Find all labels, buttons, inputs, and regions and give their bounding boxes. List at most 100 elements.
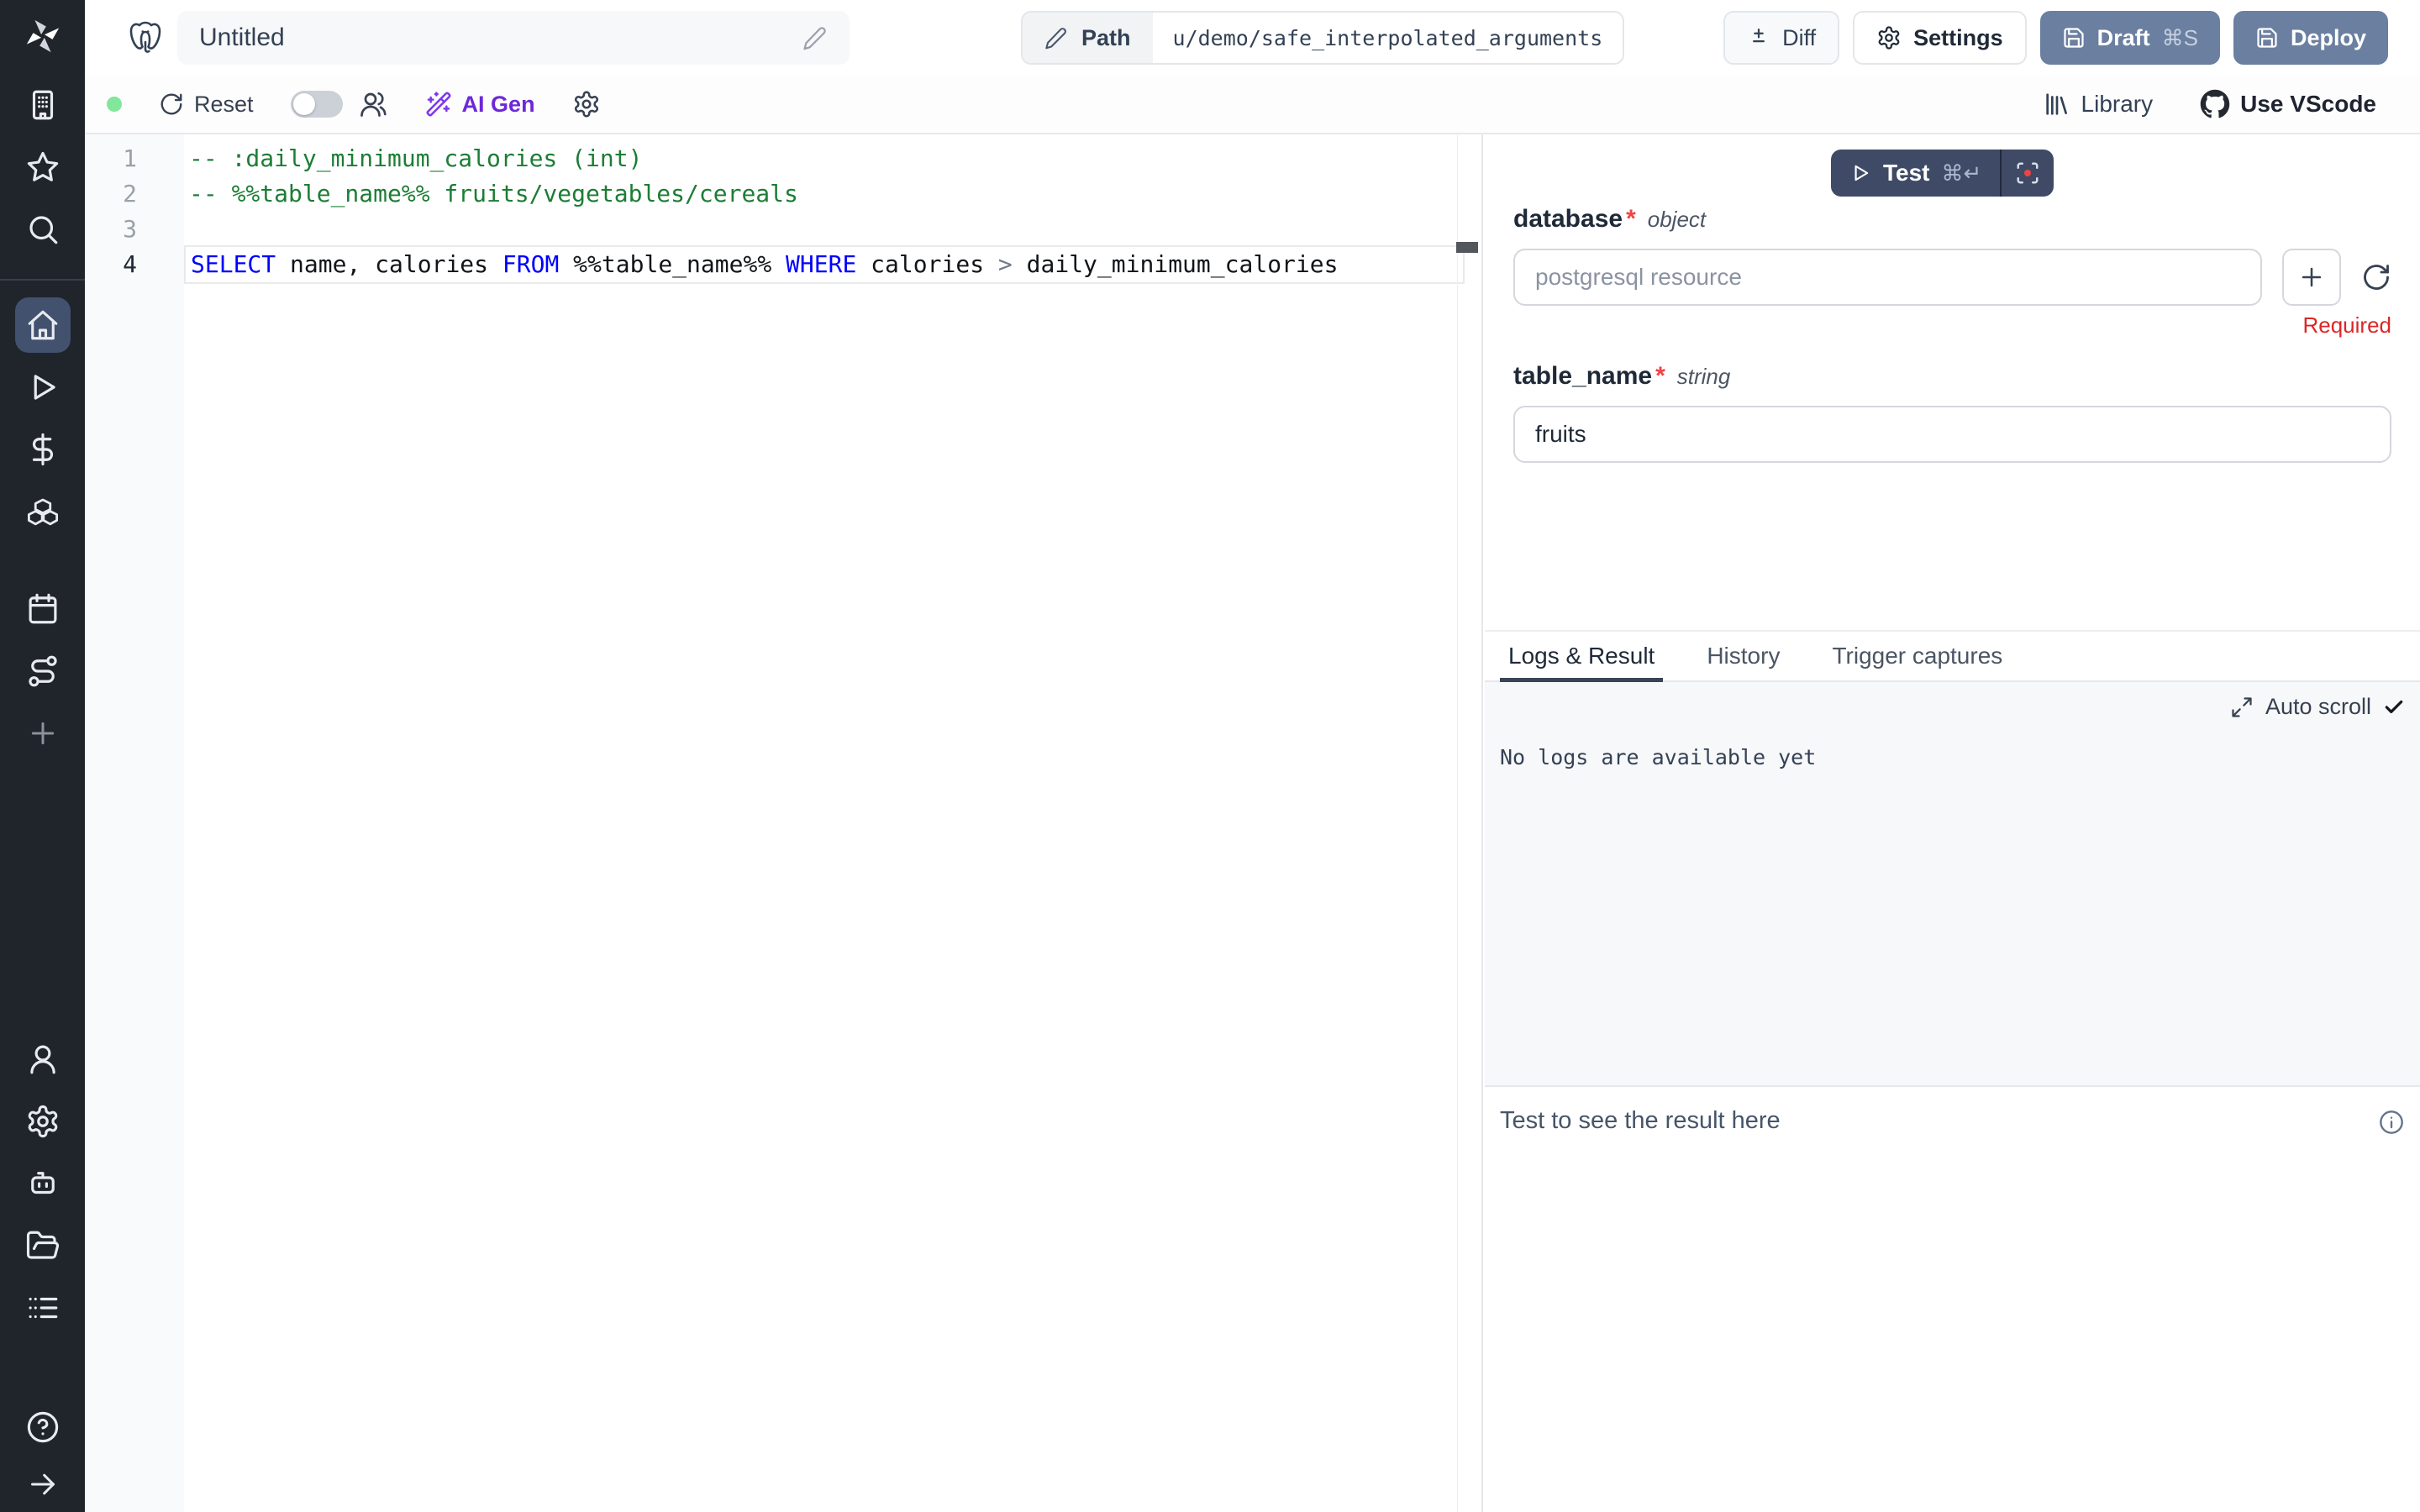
draft-label: Draft bbox=[2097, 25, 2150, 51]
sql-operator: > bbox=[998, 250, 1013, 278]
gear-icon bbox=[1876, 25, 1902, 50]
users-icon bbox=[358, 89, 388, 119]
tab-trigger-captures[interactable]: Trigger captures bbox=[1823, 632, 2011, 680]
sidebar-item-resources[interactable] bbox=[15, 484, 71, 539]
code-line-2[interactable]: -- %%table_name%% fruits/vegetables/cere… bbox=[184, 176, 1465, 212]
code-editor[interactable]: 1 2 3 4 -- :daily_minimum_calories (int)… bbox=[85, 134, 1483, 1512]
reset-label: Reset bbox=[194, 92, 254, 118]
sidebar-item-audit-logs[interactable] bbox=[15, 1280, 71, 1336]
plus-icon bbox=[2297, 263, 2326, 291]
sidebar-item-folders[interactable] bbox=[15, 1218, 71, 1273]
use-vscode-button[interactable]: Use VScode bbox=[2200, 89, 2376, 119]
result-hint: Test to see the result here bbox=[1500, 1107, 1781, 1135]
code-line-3[interactable] bbox=[184, 212, 1465, 247]
settings-button[interactable]: Settings bbox=[1853, 11, 2027, 65]
sql-comment: -- %%table_name%% fruits/vegetables/cere… bbox=[189, 180, 798, 207]
line-number: 2 bbox=[85, 176, 184, 212]
status-dot bbox=[107, 97, 122, 112]
auto-scroll-control[interactable]: Auto scroll bbox=[1500, 694, 2405, 720]
sidebar-item-runs[interactable] bbox=[15, 360, 71, 415]
wand-icon bbox=[425, 91, 452, 118]
arg-name: database bbox=[1513, 205, 1623, 234]
multiplayer-toggle-group bbox=[291, 89, 388, 119]
library-label: Library bbox=[2081, 91, 2154, 118]
robot-icon bbox=[25, 1166, 60, 1201]
sidebar-item-favorites[interactable] bbox=[15, 139, 71, 195]
test-label: Test bbox=[1883, 160, 1930, 186]
reset-button[interactable]: Reset bbox=[159, 92, 254, 118]
sidebar-item-create[interactable] bbox=[15, 706, 71, 761]
arg-type: string bbox=[1677, 364, 1731, 390]
sidebar-divider bbox=[0, 279, 85, 281]
settings-label: Settings bbox=[1913, 25, 2003, 51]
multiplayer-toggle[interactable] bbox=[291, 91, 343, 118]
diff-button[interactable]: Diff bbox=[1723, 11, 1839, 65]
refresh-resources-button[interactable] bbox=[2361, 262, 2391, 292]
code-line-4-current[interactable]: SELECT name, calories FROM %%table_name%… bbox=[184, 245, 1465, 284]
deploy-button[interactable]: Deploy bbox=[2233, 11, 2388, 65]
diff-label: Diff bbox=[1782, 25, 1816, 51]
sql-keyword: SELECT bbox=[191, 250, 276, 278]
test-button[interactable]: Test ⌘↵ bbox=[1831, 150, 2000, 197]
tab-history[interactable]: History bbox=[1698, 632, 1788, 680]
capture-button[interactable] bbox=[2002, 150, 2054, 197]
checkmark-icon[interactable] bbox=[2383, 696, 2405, 718]
result-pane: Test to see the result here bbox=[1485, 1085, 2420, 1512]
editor-scrollbar-track bbox=[1457, 134, 1458, 1512]
refresh-icon bbox=[159, 92, 184, 117]
dollar-icon bbox=[25, 432, 60, 467]
add-resource-button[interactable] bbox=[2282, 249, 2341, 306]
sidebar-item-home[interactable] bbox=[15, 297, 71, 353]
required-note: Required bbox=[1513, 312, 2391, 339]
sidebar-collapse-button[interactable] bbox=[15, 1457, 71, 1512]
script-settings-button[interactable] bbox=[572, 90, 601, 118]
line-number: 1 bbox=[85, 141, 184, 176]
sidebar-item-settings[interactable] bbox=[15, 1094, 71, 1149]
draft-shortcut: ⌘S bbox=[2162, 25, 2198, 51]
database-input[interactable] bbox=[1513, 249, 2262, 306]
sql-keyword: FROM bbox=[502, 250, 559, 278]
sidebar-item-user[interactable] bbox=[15, 1032, 71, 1087]
editor-scrollbar-marker[interactable] bbox=[1456, 242, 1478, 253]
tab-logs-result[interactable]: Logs & Result bbox=[1500, 632, 1663, 680]
code-line-1[interactable]: -- :daily_minimum_calories (int) bbox=[184, 141, 1465, 176]
table-name-field-label: table_name * string bbox=[1513, 362, 2391, 391]
sidebar-item-search[interactable] bbox=[15, 202, 71, 257]
path-control[interactable]: Path u/demo/safe_interpolated_arguments bbox=[1021, 11, 1624, 65]
deploy-label: Deploy bbox=[2291, 25, 2366, 51]
database-field-label: database * object bbox=[1513, 205, 2391, 234]
gear-icon bbox=[572, 90, 601, 118]
sidebar-item-schedules[interactable] bbox=[15, 581, 71, 637]
sql-text: %%table_name%% bbox=[559, 250, 786, 278]
star-icon bbox=[25, 150, 60, 185]
path-label-segment[interactable]: Path bbox=[1023, 13, 1153, 63]
edit-title-pencil-icon[interactable] bbox=[802, 25, 828, 50]
list-icon bbox=[25, 1290, 60, 1326]
code-lines[interactable]: -- :daily_minimum_calories (int) -- %%ta… bbox=[184, 134, 1465, 284]
sidebar-item-variables[interactable] bbox=[15, 422, 71, 477]
sidebar-item-workspace[interactable] bbox=[15, 77, 71, 133]
required-asterisk: * bbox=[1626, 205, 1636, 234]
line-number-current: 4 bbox=[85, 247, 184, 282]
help-circle-icon bbox=[25, 1410, 60, 1445]
script-title-box[interactable]: Untitled bbox=[177, 11, 850, 65]
scan-capture-icon bbox=[2015, 160, 2040, 186]
building-icon bbox=[25, 87, 60, 123]
sidebar-item-triggers[interactable] bbox=[15, 643, 71, 699]
draft-button[interactable]: Draft ⌘S bbox=[2040, 11, 2220, 65]
arg-name: table_name bbox=[1513, 362, 1652, 391]
sql-text: name, calories bbox=[276, 250, 502, 278]
required-asterisk: * bbox=[1655, 362, 1665, 391]
table-name-input[interactable] bbox=[1513, 406, 2391, 463]
library-button[interactable]: Library bbox=[2043, 90, 2154, 118]
folder-open-icon bbox=[25, 1228, 60, 1263]
info-icon[interactable] bbox=[2378, 1109, 2405, 1136]
ai-gen-button[interactable]: AI Gen bbox=[425, 91, 535, 118]
sql-text: daily_minimum_calories bbox=[1013, 250, 1339, 278]
expand-icon bbox=[2230, 696, 2254, 719]
sidebar-item-help[interactable] bbox=[15, 1399, 71, 1455]
logs-empty-message: No logs are available yet bbox=[1500, 745, 2405, 769]
windmill-logo-icon[interactable] bbox=[24, 17, 62, 55]
sidebar-item-workers[interactable] bbox=[15, 1156, 71, 1211]
postgresql-icon bbox=[125, 18, 166, 58]
